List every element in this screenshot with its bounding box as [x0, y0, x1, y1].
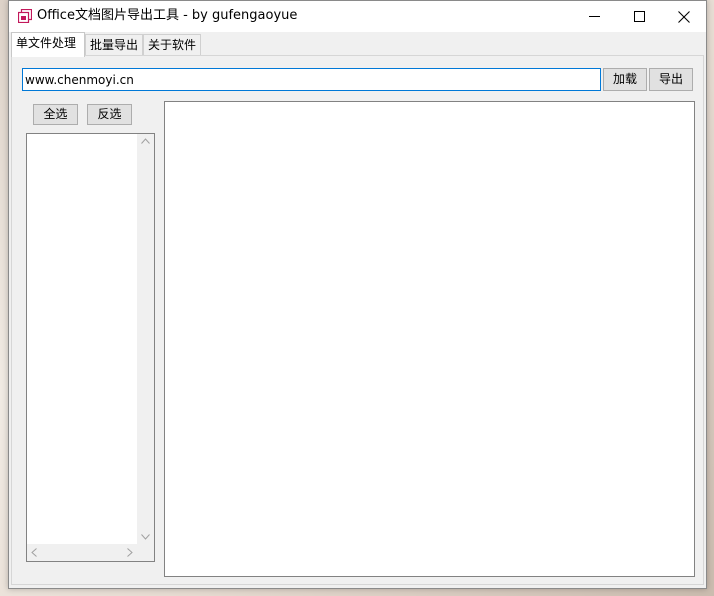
window-title: Office文档图片导出工具 - by gufengaoyue: [37, 8, 298, 23]
scroll-left-icon[interactable]: [31, 548, 37, 557]
scroll-down-icon[interactable]: [141, 534, 150, 540]
image-list[interactable]: [26, 133, 155, 562]
scrollbar-corner: [137, 544, 154, 561]
maximize-icon: [633, 11, 645, 22]
close-icon: [678, 10, 690, 23]
app-icon: [18, 9, 32, 23]
select-all-button[interactable]: 全选: [33, 104, 78, 125]
tab-single-file[interactable]: 单文件处理: [11, 32, 85, 57]
app-window: Office文档图片导出工具 - by gufengaoyue 单文件处理 批量…: [8, 0, 707, 589]
horizontal-scrollbar[interactable]: [27, 544, 137, 561]
load-button[interactable]: 加载: [603, 68, 647, 91]
tab-page-single-file: 加载 导出 全选 反选: [11, 55, 704, 585]
file-path-input[interactable]: [22, 68, 601, 91]
tab-about[interactable]: 关于软件: [143, 34, 201, 56]
close-button[interactable]: [661, 1, 707, 32]
title-bar[interactable]: Office文档图片导出工具 - by gufengaoyue: [9, 1, 706, 32]
image-preview-pane[interactable]: [164, 101, 695, 577]
vertical-scrollbar[interactable]: [137, 134, 154, 544]
tab-strip: 单文件处理 批量导出 关于软件: [9, 32, 706, 57]
minimize-button[interactable]: [571, 1, 617, 32]
maximize-button[interactable]: [616, 1, 662, 32]
minimize-icon: [588, 16, 600, 17]
invert-selection-button[interactable]: 反选: [87, 104, 132, 125]
scroll-up-icon[interactable]: [141, 138, 150, 144]
tab-batch-export[interactable]: 批量导出: [85, 34, 143, 56]
scroll-right-icon[interactable]: [127, 548, 133, 557]
export-button[interactable]: 导出: [649, 68, 693, 91]
